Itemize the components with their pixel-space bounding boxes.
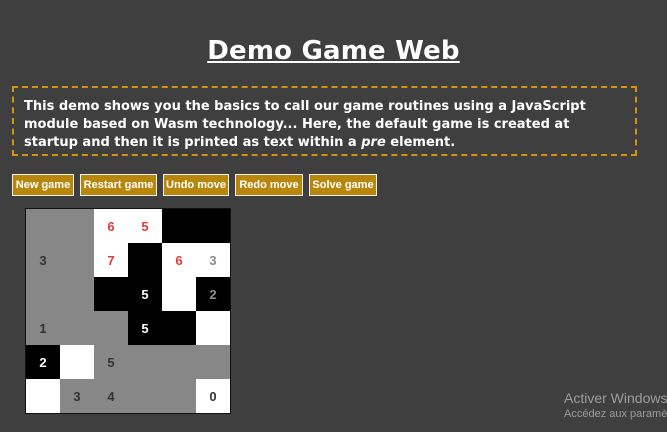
board-cell[interactable] — [128, 379, 162, 413]
board-cell[interactable] — [128, 345, 162, 379]
board-cell[interactable] — [26, 379, 60, 413]
redo-move-button[interactable]: Redo move — [235, 174, 303, 196]
description-text-end: element. — [385, 135, 456, 150]
watermark-title: Activer Windows — [564, 390, 667, 406]
board-cell[interactable]: 3 — [60, 379, 94, 413]
board-cell[interactable]: 0 — [196, 379, 230, 413]
board-cell[interactable]: 2 — [26, 345, 60, 379]
description-box: This demo shows you the basics to call o… — [12, 86, 637, 156]
board-cell[interactable]: 2 — [196, 277, 230, 311]
description-pre-word: pre — [361, 135, 386, 150]
board-cell[interactable]: 5 — [128, 277, 162, 311]
board-cell[interactable] — [196, 209, 230, 243]
board-cell[interactable]: 5 — [128, 311, 162, 345]
board-cell[interactable]: 6 — [94, 209, 128, 243]
board-cell[interactable] — [128, 243, 162, 277]
board-cell[interactable]: 4 — [94, 379, 128, 413]
new-game-button[interactable]: New game — [12, 174, 74, 196]
board-cell[interactable] — [26, 209, 60, 243]
board-cell[interactable] — [94, 311, 128, 345]
board-cell[interactable] — [94, 277, 128, 311]
board-cell[interactable] — [162, 277, 196, 311]
board-cell[interactable]: 6 — [162, 243, 196, 277]
watermark-subtitle: Accédez aux paramètres — [564, 408, 667, 420]
board-cell[interactable] — [60, 209, 94, 243]
board-cell[interactable] — [162, 311, 196, 345]
board-cell[interactable]: 7 — [94, 243, 128, 277]
windows-activation-watermark: Activer Windows Accédez aux paramètres — [564, 390, 667, 420]
board-cell[interactable] — [196, 345, 230, 379]
board-cell[interactable]: 5 — [94, 345, 128, 379]
board-cell[interactable] — [60, 345, 94, 379]
board-cell[interactable] — [162, 379, 196, 413]
game-board: 653763521525340 — [25, 208, 231, 414]
board-cell[interactable] — [60, 311, 94, 345]
board-cell[interactable]: 5 — [128, 209, 162, 243]
board-cell[interactable] — [162, 345, 196, 379]
undo-move-button[interactable]: Undo move — [163, 174, 229, 196]
board-cell[interactable] — [162, 209, 196, 243]
board-cell[interactable] — [196, 311, 230, 345]
board-cell[interactable]: 3 — [196, 243, 230, 277]
description-text: This demo shows you the basics to call o… — [24, 99, 586, 150]
restart-game-button[interactable]: Restart game — [80, 174, 157, 196]
page-title: Demo Game Web — [207, 36, 460, 66]
board-cell[interactable] — [26, 277, 60, 311]
board-cell[interactable] — [60, 277, 94, 311]
board-cell[interactable]: 1 — [26, 311, 60, 345]
solve-game-button[interactable]: Solve game — [309, 174, 377, 196]
board-cell[interactable] — [60, 243, 94, 277]
board-cell[interactable]: 3 — [26, 243, 60, 277]
